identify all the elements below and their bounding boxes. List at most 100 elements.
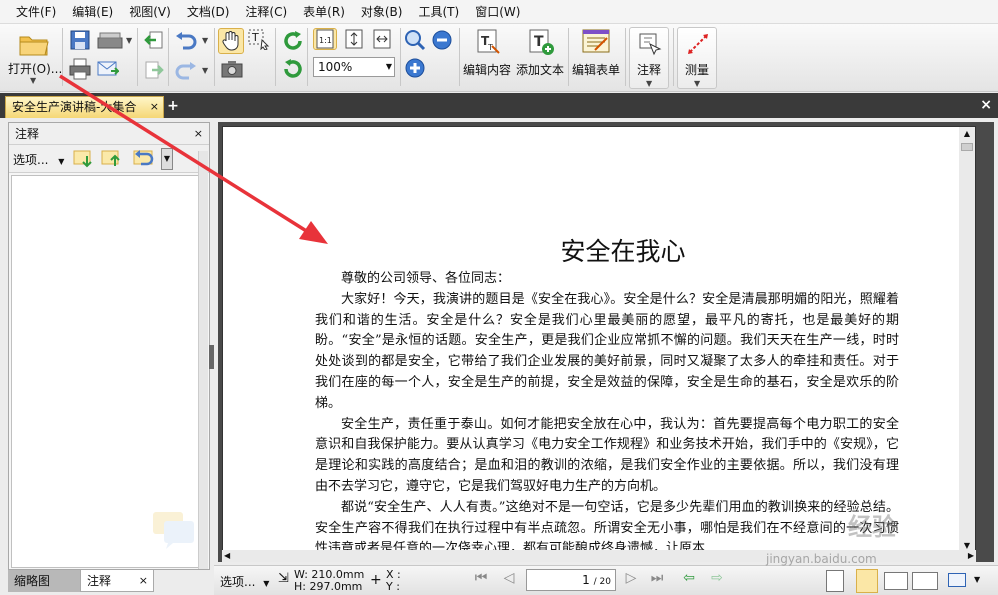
status-options-button[interactable]: 选项... ▼: [220, 573, 269, 590]
vertical-scrollbar[interactable]: ▲ ▼: [959, 127, 975, 551]
toolbar-separator: [62, 28, 63, 86]
chevron-down-icon: ▼: [385, 62, 392, 71]
open-dropdown-icon[interactable]: ▼: [30, 76, 36, 85]
current-page: 1: [582, 573, 590, 587]
close-panel-icon[interactable]: ×: [194, 123, 203, 145]
menu-form[interactable]: 表单(R): [295, 0, 353, 24]
toolbar-separator: [137, 28, 138, 86]
paragraph: 安全生产，责任重于泰山。如何才能把安全放在心中，我认为：首先要提高每个电力职工的…: [315, 416, 899, 494]
go-forward-icon[interactable]: ⇨: [706, 570, 728, 590]
menu-comment[interactable]: 注释(C): [237, 0, 295, 24]
redo-icon[interactable]: [174, 60, 198, 82]
next-page-icon[interactable]: ▷: [620, 570, 642, 590]
scroll-thumb[interactable]: [961, 143, 973, 151]
panel-splitter[interactable]: [209, 345, 214, 369]
page-height: H: 297.0mm: [294, 580, 363, 593]
tab-thumbnails-label: 缩略图: [14, 574, 51, 588]
zoom-out-icon[interactable]: [430, 29, 454, 51]
annotation-dropdown-icon: ▼: [646, 79, 653, 88]
print-icon[interactable]: [68, 58, 92, 80]
go-back-icon[interactable]: ⇦: [678, 570, 700, 590]
close-tab-icon[interactable]: ×: [139, 570, 148, 592]
edit-form-label[interactable]: 编辑表单: [572, 61, 620, 78]
menu-tools[interactable]: 工具(T): [410, 0, 467, 24]
paragraph: 都说“安全生产、人人有责。”这绝对不是一句空话，它是多少先辈们用血的教训换来的经…: [315, 499, 899, 552]
document-page[interactable]: 安全在我心 尊敬的公司领导、各位同志： 大家好！今天，我演讲的题目是《安全在我心…: [222, 126, 976, 552]
menu-view[interactable]: 视图(V): [121, 0, 179, 24]
annotation-icon: [637, 31, 663, 57]
first-page-icon[interactable]: ⏮: [470, 570, 492, 590]
reply-annotation-icon[interactable]: [133, 148, 157, 170]
annotations-list[interactable]: [11, 175, 199, 568]
save-icon[interactable]: [68, 29, 92, 51]
document-title: 安全在我心: [560, 237, 686, 266]
menu-document[interactable]: 文档(D): [179, 0, 238, 24]
panel-options-button[interactable]: 选项... ▼: [13, 151, 64, 168]
rotate-counterclockwise-icon[interactable]: [281, 58, 305, 80]
annotation-label: 注释: [637, 63, 662, 77]
edit-content-label[interactable]: 编辑内容: [463, 61, 511, 78]
continuous-view-icon[interactable]: [856, 569, 878, 593]
hand-tool-icon[interactable]: [218, 28, 244, 54]
open-folder-icon[interactable]: [18, 30, 50, 58]
fit-width-icon[interactable]: [370, 28, 394, 50]
menu-window[interactable]: 窗口(W): [467, 0, 528, 24]
facing-view-icon[interactable]: [884, 572, 908, 590]
panel-scrollbar[interactable]: [198, 151, 208, 569]
continuous-facing-view-icon[interactable]: [912, 572, 938, 590]
close-all-icon[interactable]: ×: [980, 97, 992, 113]
zoom-marquee-icon[interactable]: [403, 29, 427, 51]
watermark-text: 经验: [848, 513, 896, 541]
menu-object[interactable]: 对象(B): [353, 0, 411, 24]
import-icon[interactable]: [142, 30, 166, 52]
scroll-left-icon[interactable]: ◀: [224, 550, 230, 562]
scan-icon[interactable]: [96, 29, 124, 51]
select-text-icon[interactable]: T: [247, 28, 271, 50]
full-screen-icon[interactable]: [948, 573, 966, 587]
paragraph: 尊敬的公司领导、各位同志：: [341, 271, 511, 286]
undo-icon[interactable]: [174, 30, 198, 52]
document-tab-bar: 安全生产演讲稿-大集合 × + ×: [0, 93, 998, 118]
edit-form-icon[interactable]: [580, 28, 612, 56]
measure-icon: [685, 31, 711, 57]
scan-dropdown-icon[interactable]: ▼: [126, 36, 132, 45]
export-icon[interactable]: [142, 60, 166, 82]
view-dropdown-icon[interactable]: ▼: [974, 575, 980, 584]
add-text-label[interactable]: 添加文本: [516, 61, 564, 78]
crosshair-icon: +: [370, 572, 382, 588]
toolbar-separator: [625, 28, 626, 86]
watermark-chat-icon: [152, 511, 196, 552]
measure-tool-button[interactable]: 测量 ▼: [677, 27, 717, 89]
add-tab-icon[interactable]: +: [166, 98, 180, 114]
tab-thumbnails[interactable]: 缩略图: [8, 570, 80, 592]
actual-size-icon[interactable]: 1:1: [313, 28, 337, 50]
last-page-icon[interactable]: ⏭: [646, 570, 668, 590]
redo-dropdown-icon[interactable]: ▼: [202, 66, 208, 75]
fit-page-icon[interactable]: [342, 28, 366, 50]
tab-annotations[interactable]: 注释 ×: [80, 570, 154, 592]
page-number-input[interactable]: 1 / 20: [526, 569, 616, 591]
rotate-clockwise-icon[interactable]: [281, 30, 305, 52]
import-annotations-icon[interactable]: [73, 148, 97, 170]
zoom-in-icon[interactable]: [403, 57, 427, 79]
email-icon[interactable]: [96, 58, 120, 80]
single-page-view-icon[interactable]: [826, 570, 844, 592]
export-annotations-icon[interactable]: [101, 148, 125, 170]
zoom-select[interactable]: 100% ▼: [313, 57, 395, 77]
scroll-right-icon[interactable]: ▶: [968, 550, 974, 562]
document-tab[interactable]: 安全生产演讲稿-大集合 ×: [5, 96, 164, 118]
document-viewport[interactable]: 安全在我心 尊敬的公司领导、各位同志： 大家好！今天，我演讲的题目是《安全在我心…: [218, 122, 994, 562]
add-text-icon[interactable]: T: [526, 28, 556, 56]
toolbar-separator: [307, 28, 308, 86]
panel-menu-dropdown[interactable]: ▼: [161, 148, 173, 170]
previous-page-icon[interactable]: ◁: [498, 570, 520, 590]
close-tab-icon[interactable]: ×: [150, 97, 159, 117]
snapshot-icon[interactable]: [220, 58, 244, 80]
scroll-up-icon[interactable]: ▲: [959, 127, 975, 141]
edit-content-icon[interactable]: TT: [473, 28, 503, 56]
menu-edit[interactable]: 编辑(E): [64, 0, 121, 24]
open-label[interactable]: 打开(O)...: [8, 60, 62, 77]
menu-file[interactable]: 文件(F): [8, 0, 64, 24]
annotation-tool-button[interactable]: 注释 ▼: [629, 27, 669, 89]
undo-dropdown-icon[interactable]: ▼: [202, 36, 208, 45]
